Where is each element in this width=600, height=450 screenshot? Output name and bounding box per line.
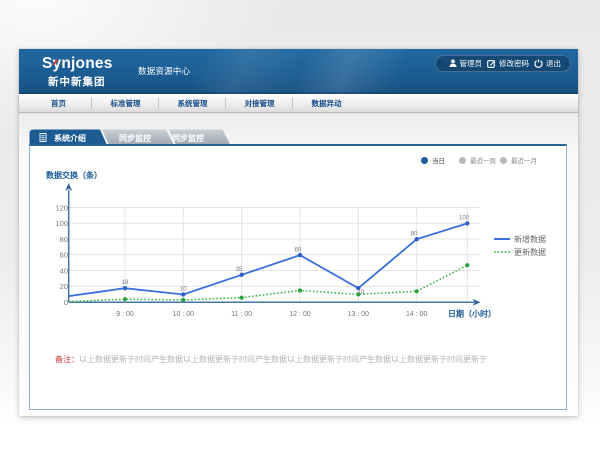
svg-text:100: 100 — [55, 219, 68, 228]
svg-text:80: 80 — [411, 232, 418, 238]
svg-text:10 : 00: 10 : 00 — [173, 311, 195, 318]
svg-text:14 : 00: 14 : 00 — [406, 311, 428, 318]
svg-text:80: 80 — [60, 235, 68, 244]
svg-text:新增数据: 新增数据 — [514, 234, 546, 244]
svg-text:10: 10 — [358, 290, 365, 296]
svg-text:0: 0 — [64, 298, 68, 307]
svg-text:11 : 00: 11 : 00 — [231, 311, 252, 318]
svg-text:20: 20 — [60, 282, 68, 291]
svg-text:日期（小时）: 日期（小时） — [448, 309, 496, 319]
svg-text:60: 60 — [295, 248, 302, 254]
svg-text:10: 10 — [180, 287, 187, 293]
svg-text:100: 100 — [459, 216, 470, 222]
svg-text:60: 60 — [60, 251, 68, 260]
svg-text:18: 18 — [122, 280, 129, 286]
svg-text:120: 120 — [55, 204, 68, 213]
svg-text:更新数据: 更新数据 — [514, 247, 546, 257]
svg-text:12 : 00: 12 : 00 — [289, 311, 311, 318]
svg-text:40: 40 — [60, 267, 68, 276]
svg-text:13 : 00: 13 : 00 — [348, 311, 370, 318]
svg-text:9 : 00: 9 : 00 — [116, 311, 134, 318]
svg-text:数据交换（条）: 数据交换（条） — [46, 170, 102, 180]
svg-text:35: 35 — [236, 267, 243, 273]
